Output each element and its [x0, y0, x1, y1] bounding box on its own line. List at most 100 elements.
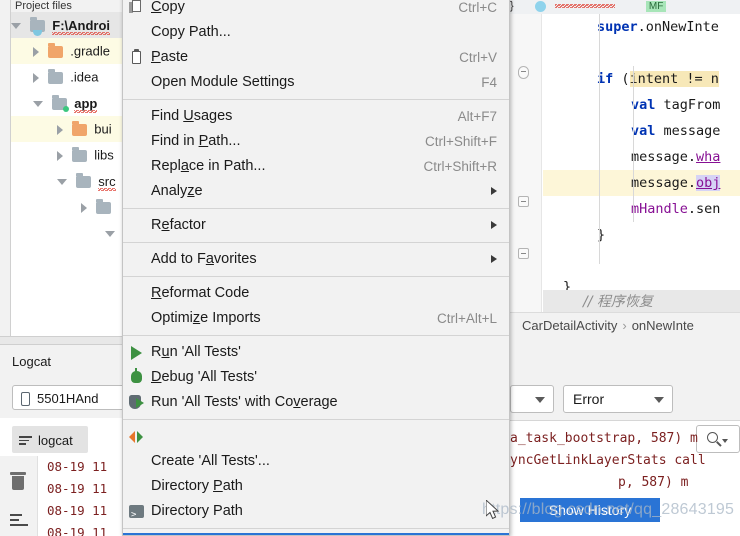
menu-item-create-all-tests[interactable]: [123, 424, 509, 449]
project-tree[interactable]: F:\Androi .gradle .idea app bui libs src: [11, 12, 125, 246]
chevron-down-icon[interactable]: [57, 178, 67, 185]
chevron-right-icon[interactable]: [81, 202, 87, 213]
tree-node-label: bui: [94, 121, 112, 137]
project-tool-window: Project files F:\Androi .gradle .idea ap…: [0, 0, 125, 336]
menu-item-paste[interactable]: Paste Ctrl+V: [123, 45, 509, 70]
fold-icon[interactable]: [518, 248, 529, 259]
log-filter-dropdown[interactable]: Error: [563, 385, 673, 413]
chevron-down-icon: [535, 397, 545, 403]
logcat-side-toolbar: [0, 456, 38, 536]
chevron-right-icon[interactable]: [33, 46, 39, 57]
tree-node-src[interactable]: src: [11, 168, 125, 194]
device-name-suffix: And: [75, 391, 99, 407]
menu-item-label: Directory Path: [151, 478, 243, 494]
menu-item-copy-path[interactable]: Copy Path...: [123, 20, 509, 45]
menu-item-reformat-code[interactable]: Reformat Code: [123, 281, 509, 306]
code-token: message.: [631, 175, 697, 191]
menu-item-label: Optimize Imports: [151, 310, 261, 326]
menu-item-replace-in-path[interactable]: Replace in Path... Ctrl+Shift+R: [123, 154, 509, 179]
log-level-dropdown[interactable]: [510, 385, 554, 413]
code-token-highlight: intent != n: [629, 71, 719, 87]
tree-node-label: F:\Androi: [52, 17, 111, 35]
chevron-down-icon: [654, 397, 664, 403]
tree-node-child[interactable]: [11, 194, 125, 220]
menu-item-label: Copy Path...: [151, 24, 231, 40]
chevron-down-icon[interactable]: [105, 230, 115, 237]
menu-item-show-in-explorer[interactable]: Create 'All Tests'...: [123, 449, 509, 474]
context-menu[interactable]: Copy Ctrl+C Copy Path... Paste Ctrl+V Op…: [122, 0, 510, 536]
log-row: p, 587) m: [618, 475, 689, 490]
code-line: if (intent != n: [543, 66, 740, 92]
editor-code-area[interactable]: super.onNewInte if (intent != n val tagF…: [543, 14, 740, 326]
menu-item-run-all-tests[interactable]: Run 'All Tests': [123, 340, 509, 365]
chevron-right-icon[interactable]: [57, 150, 63, 161]
folder-orange-icon: [47, 42, 63, 58]
menu-separator: [123, 276, 509, 277]
folder-orange-icon: [71, 120, 87, 136]
menu-item-label: Directory Path: [151, 503, 243, 519]
menu-item-add-to-favorites[interactable]: Add to Favorites: [123, 247, 509, 272]
code-token: (: [613, 71, 630, 87]
fold-icon[interactable]: [518, 196, 529, 207]
debug-icon: [128, 368, 145, 386]
menu-item-label: Add to Favorites: [151, 251, 257, 267]
menu-item-shortcut: Ctrl+Shift+R: [423, 159, 497, 174]
menu-item-open-module-settings[interactable]: Open Module Settings F4: [123, 70, 509, 95]
tree-node-build[interactable]: bui: [11, 116, 125, 142]
logcat-toolbar: 5501HAnd: [0, 378, 152, 418]
tree-node-gradle[interactable]: .gradle: [11, 38, 125, 64]
tree-node-child-2[interactable]: [11, 220, 125, 246]
menu-item-open-in-terminal[interactable]: Directory Path: [123, 499, 509, 528]
code-line: }: [543, 222, 740, 248]
menu-item-label: Run 'All Tests' with Coverage: [151, 394, 338, 410]
coverage-icon: [128, 394, 145, 411]
menu-item-label: Run 'All Tests': [151, 344, 241, 360]
menu-item-label: Paste: [151, 49, 189, 65]
code-editor[interactable]: } MF super.onNewInte if (intent != n val…: [508, 0, 740, 326]
code-line: val tagFrom: [543, 92, 740, 118]
chevron-right-icon[interactable]: [33, 72, 39, 83]
chevron-right-icon[interactable]: [57, 124, 63, 135]
breadcrumb-class[interactable]: CarDetailActivity: [522, 318, 617, 333]
code-line: message.wha: [543, 144, 740, 170]
code-token: .sen: [687, 201, 721, 217]
editor-gutter[interactable]: [508, 14, 542, 326]
chevron-down-icon[interactable]: [11, 22, 21, 29]
logcat-row: 08-19 11: [47, 459, 108, 474]
chevron-down-icon[interactable]: [33, 100, 43, 107]
menu-item-find-usages[interactable]: Find Usages Alt+F7: [123, 104, 509, 129]
tree-node-label: libs: [94, 147, 114, 163]
editor-brace-glyph: }: [510, 0, 514, 12]
logcat-row: 08-19 11: [47, 525, 108, 536]
tree-node-label: .gradle: [70, 43, 110, 59]
menu-item-copy[interactable]: Copy Ctrl+C: [123, 0, 509, 20]
submenu-arrow-icon: [491, 221, 497, 229]
menu-item-directory-path[interactable]: Directory Path: [123, 474, 509, 499]
menu-item-analyze[interactable]: Analyze: [123, 179, 509, 204]
trash-icon[interactable]: [10, 472, 26, 490]
tree-node-root[interactable]: F:\Androi: [11, 12, 125, 38]
tree-node-idea[interactable]: .idea: [11, 64, 125, 90]
folder-icon: [75, 172, 91, 188]
menu-item-run-all-tests-with-coverage[interactable]: Run 'All Tests' with Coverage: [123, 390, 509, 415]
logcat-rows: 08-19 11 08-19 11 08-19 11 08-19 11: [38, 456, 125, 536]
menu-item-optimize-imports[interactable]: Optimize Imports Ctrl+Alt+L: [123, 306, 509, 331]
logcat-tab[interactable]: logcat: [12, 426, 88, 453]
menu-item-find-in-path[interactable]: Find in Path... Ctrl+Shift+F: [123, 129, 509, 154]
logcat-tool-window: Logcat 5501HAnd logcat 08-19 11 08-19 11…: [0, 336, 152, 536]
fold-icon[interactable]: [518, 66, 529, 79]
menu-item-label: Analyze: [151, 183, 203, 199]
breadcrumb[interactable]: CarDetailActivity › onNewInte: [508, 312, 740, 338]
menu-item-shortcut: Ctrl+C: [458, 0, 497, 15]
pane-splitter[interactable]: [0, 336, 125, 345]
breadcrumb-method[interactable]: onNewInte: [632, 318, 694, 333]
menu-item-debug-all-tests[interactable]: Debug 'All Tests': [123, 365, 509, 390]
menu-item-shortcut: Ctrl+V: [459, 50, 497, 65]
menu-item-refactor[interactable]: Refactor: [123, 213, 509, 238]
tree-node-app[interactable]: app: [11, 90, 125, 116]
tree-node-libs[interactable]: libs: [11, 142, 125, 168]
log-row: a_task_bootstrap, 587) m: [510, 431, 698, 446]
scroll-to-end-icon[interactable]: [10, 514, 28, 530]
